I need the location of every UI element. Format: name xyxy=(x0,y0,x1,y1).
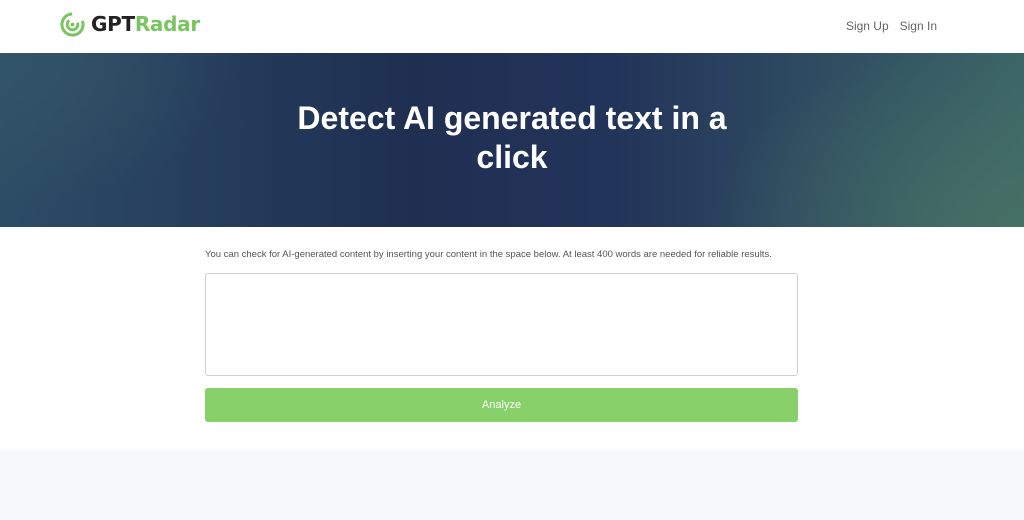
main-panel: You can check for AI-generated content b… xyxy=(0,227,1024,450)
logo[interactable]: GPTRadar xyxy=(60,11,200,37)
logo-text-radar: Radar xyxy=(134,12,200,36)
header-nav: Sign Up Sign In xyxy=(846,19,937,33)
footer-area xyxy=(0,450,1024,520)
header: GPTRadar Sign Up Sign In xyxy=(0,0,1024,53)
hero-title: Detect AI generated text in a click xyxy=(297,100,727,175)
sign-in-link[interactable]: Sign In xyxy=(900,19,937,33)
hero-banner: Detect AI generated text in a click xyxy=(0,53,1024,227)
logo-text: GPTRadar xyxy=(91,12,200,36)
instructions-text: You can check for AI-generated content b… xyxy=(205,249,772,260)
content-input[interactable] xyxy=(205,273,798,376)
analyze-button[interactable]: Analyze xyxy=(205,388,798,422)
logo-text-gpt: GPT xyxy=(91,12,135,36)
radar-icon xyxy=(60,11,85,37)
sign-up-link[interactable]: Sign Up xyxy=(846,19,889,33)
